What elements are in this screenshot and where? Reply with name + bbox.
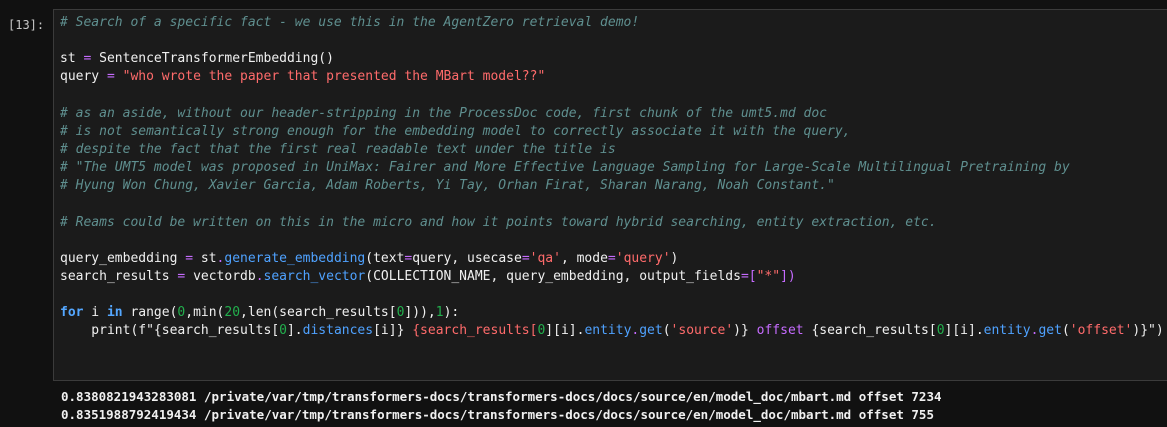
operator: = (106, 69, 115, 85)
output-line: 0.8380821943283081 /private/var/tmp/tran… (61, 389, 942, 404)
code-line: # as an aside, without our header-stripp… (60, 105, 1164, 123)
operator: = (740, 268, 749, 284)
method-get: get (639, 323, 663, 339)
args: (text (365, 250, 405, 266)
variable-query-embedding: query_embedding (60, 250, 178, 266)
comment: # Search of a specific fact - we use thi… (60, 15, 640, 30)
code-line: for i in range(0,min(20,len(search_resul… (60, 304, 1164, 322)
code-text: ( (662, 323, 671, 339)
bracket: [ (748, 268, 757, 284)
comment: # as an aside, without our header-stripp… (60, 105, 828, 121)
variable-query: query (60, 69, 100, 85)
comment: # Reams could be written on this in the … (60, 214, 937, 230)
string-star: "*" (756, 268, 781, 284)
code-text: ][i]. (944, 323, 984, 339)
comment: # is not semantically strong enough for … (60, 123, 851, 139)
code-line: # is not semantically strong enough for … (60, 123, 1164, 141)
keyword-in: in (106, 305, 123, 321)
code-text: ( (1061, 323, 1070, 339)
code-text: ][i]. (545, 323, 585, 339)
operator: = (83, 51, 92, 67)
string-qa: 'qa' (529, 250, 561, 266)
cell-output: 0.8380821943283081 /private/var/tmp/tran… (61, 388, 942, 424)
output-line: 0.8351988792419434 /private/var/tmp/tran… (61, 407, 934, 423)
code-line: # despite the fact that the first real r… (60, 141, 1164, 159)
loop-var: i (83, 305, 107, 321)
print-call: print(f"{search_results[ (60, 323, 280, 339)
args: (COLLECTION_NAME, query_embedding, outpu… (365, 268, 741, 284)
cell-execution-count: [13]: (8, 18, 45, 32)
method-get: get (1038, 323, 1062, 339)
string-query: 'query' (615, 250, 671, 266)
comment: # Hyung Won Chung, Xavier Garcia, Adam R… (60, 178, 835, 194)
close-parens: ])), (404, 305, 436, 321)
args: , mode (560, 250, 608, 266)
string-offset: 'offset' (1069, 323, 1133, 339)
variable-st: st (60, 51, 76, 67)
comment: # "The UMT5 model was proposed in UniMax… (60, 160, 1070, 176)
code-line: # Hyung Won Chung, Xavier Garcia, Adam R… (60, 177, 1164, 195)
method-generate-embedding: generate_embedding (224, 250, 366, 266)
attr-distances: distances (302, 323, 374, 339)
object-st: st (200, 250, 217, 266)
operator: = (177, 268, 186, 284)
query-string: "who wrote the paper that presented the … (122, 69, 546, 85)
close-parens: ): (443, 305, 460, 321)
dot-operator: . (255, 268, 264, 284)
number: 0 (936, 323, 945, 339)
fstring-offset-text: offset (748, 323, 812, 339)
code-text: {search_results[ (811, 323, 937, 339)
operator: = (607, 250, 616, 266)
number: 20 (224, 305, 241, 321)
object-vectordb: vectordb (193, 268, 256, 284)
method-search-vector: search_vector (263, 268, 366, 284)
code-line: query = "who wrote the paper that presen… (60, 68, 1164, 86)
code-text: [i]} (373, 323, 405, 339)
number: 0 (279, 323, 287, 339)
code-text: ]. (286, 323, 303, 339)
operator: = (185, 250, 194, 266)
code-line: search_results = vectordb.search_vector(… (60, 268, 1164, 286)
code-line: query_embedding = st.generate_embedding(… (60, 250, 1164, 268)
code-line: # "The UMT5 model was proposed in UniMax… (60, 159, 1164, 177)
args: query, usecase (412, 250, 522, 266)
string-source: 'source' (670, 323, 734, 339)
comment: # despite the fact that the first real r… (60, 141, 616, 157)
code-line: # Reams could be written on this in the … (60, 214, 1164, 232)
min-call: ,min( (185, 305, 225, 321)
code-line: print(f"{search_results[0].distances[i]}… (60, 322, 1164, 340)
code-text: )}") (1132, 323, 1164, 339)
bracket: ]) (780, 268, 796, 284)
paren: ) (670, 250, 679, 266)
fstring-text: {search_results[ (404, 323, 538, 339)
keyword-for: for (60, 305, 84, 321)
constructor-call: SentenceTransformerEmbedding() (99, 51, 334, 67)
len-call: ,len(search_results[ (240, 305, 397, 321)
number: 1 (435, 305, 444, 321)
variable-search-results: search_results (60, 268, 170, 284)
code-line: # Search of a specific fact - we use thi… (60, 14, 1164, 32)
attr-entity: entity (584, 323, 632, 339)
code-text: )} (733, 323, 749, 339)
code-editor[interactable]: # Search of a specific fact - we use thi… (60, 14, 1164, 341)
range-call: range( (122, 305, 178, 321)
code-cell[interactable]: # Search of a specific fact - we use thi… (53, 9, 1167, 381)
attr-entity: entity (983, 323, 1031, 339)
code-line: st = SentenceTransformerEmbedding() (60, 50, 1164, 68)
operator: = (521, 250, 530, 266)
